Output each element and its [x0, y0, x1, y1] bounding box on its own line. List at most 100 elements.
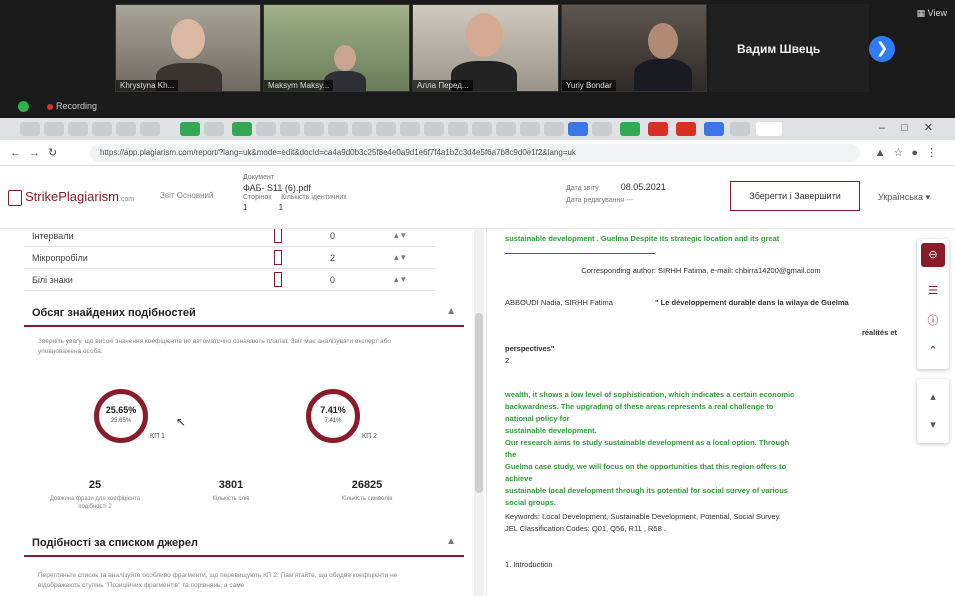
report-date: Дата звіту 08.05.2021 Дата редагування --…	[566, 181, 666, 207]
active-speaker-tile[interactable]: Вадим Швець ❯	[709, 4, 895, 92]
highlighted-line[interactable]: backwardness. The upgrading of these are…	[505, 401, 897, 413]
browser-tab[interactable]	[140, 122, 160, 136]
list-icon[interactable]: ☰	[921, 279, 945, 303]
browser-tab[interactable]	[68, 122, 88, 136]
stat-label: Кількість символів	[341, 496, 393, 502]
chevron-up-icon[interactable]: ▲	[446, 306, 456, 317]
browser-tab[interactable]	[256, 122, 276, 136]
view-button[interactable]: ▦ View	[917, 8, 947, 19]
left-scrollbar[interactable]	[474, 229, 484, 596]
similarity-section-header[interactable]: Обсяг знайдених подібностей ▲	[24, 299, 464, 327]
char-row-label: Мікропробіли	[32, 253, 88, 263]
app-header: StrikePlagiarism.com Звіт Основний Докум…	[0, 167, 955, 229]
browser-tab[interactable]	[472, 122, 492, 136]
chevron-up-icon[interactable]: ▲	[446, 536, 456, 547]
browser-tab[interactable]	[496, 122, 516, 136]
stat-label: Кількість слів	[212, 496, 250, 502]
browser-nav-buttons[interactable]: ←→↻	[10, 146, 65, 159]
glyph-icon	[274, 250, 282, 265]
browser-tab[interactable]	[520, 122, 540, 136]
browser-tab[interactable]	[400, 122, 420, 136]
participant-tile[interactable]: Алла Перед...	[412, 4, 559, 92]
browser-tab[interactable]	[730, 122, 750, 136]
expand-arrows-icon[interactable]: ▴ ▾	[394, 230, 406, 241]
gauge-inner: 25.65%	[110, 418, 132, 424]
window-controls[interactable]: –□✕	[879, 121, 949, 134]
scroll-top-icon[interactable]: ⌃	[921, 339, 945, 363]
video-conference-bar: Khrystyna Kh... Maksym Maksy... Алла Пер…	[0, 0, 955, 118]
highlighted-line[interactable]: the	[505, 449, 897, 461]
similarity-gauge: 7.41% 7.41%	[306, 389, 360, 443]
highlighted-line[interactable]: social groups.	[505, 497, 897, 509]
recording-label: Recording	[56, 101, 98, 111]
stat-block: 26825 Кількість символів	[312, 479, 422, 503]
browser-tab[interactable]	[620, 122, 640, 136]
browser-tab[interactable]	[280, 122, 300, 136]
citation-number: 2	[505, 356, 510, 365]
url-input[interactable]: https://app.plagiarism.com/report/?lang=…	[90, 144, 860, 162]
browser-tab[interactable]	[232, 122, 252, 136]
browser-tab[interactable]	[116, 122, 136, 136]
doc-jel: JEL Classification Codes: Q01, Q56, R11 …	[505, 524, 666, 533]
browser-tab-active[interactable]	[756, 122, 782, 136]
doc-corresponding: Corresponding author: SIRHH Fatima, e-ma…	[581, 266, 821, 275]
char-row[interactable]: Мікропробіли 2 ▴ ▾	[24, 247, 436, 269]
count-values: 1 1	[243, 203, 284, 212]
language-label: Українська	[878, 192, 924, 202]
browser-tab[interactable]	[592, 122, 612, 136]
highlighted-line[interactable]: national policy for	[505, 413, 897, 425]
browser-tab[interactable]	[44, 122, 64, 136]
browser-tab[interactable]	[352, 122, 372, 136]
mouse-cursor-icon: ↖	[176, 415, 187, 429]
document-logo-icon	[8, 189, 22, 206]
browser-tab[interactable]	[704, 122, 724, 136]
highlighted-line[interactable]: sustainable development.	[505, 425, 897, 437]
browser-tab[interactable]	[304, 122, 324, 136]
glyph-icon	[274, 272, 282, 287]
participant-tile[interactable]: Maksym Maksy...	[263, 4, 410, 92]
previous-match-icon[interactable]: ▴	[921, 385, 945, 409]
browser-extension-icons[interactable]: ▲☆●⋮	[875, 146, 945, 159]
stat-value: 26825	[351, 479, 383, 491]
browser-tab[interactable]	[676, 122, 696, 136]
browser-tab[interactable]	[568, 122, 588, 136]
char-row[interactable]: Білі знаки 0 ▴ ▾	[24, 269, 436, 291]
participant-tile[interactable]: Yuriy Bondar	[561, 4, 707, 92]
active-speaker-name: Вадим Швець	[737, 42, 821, 56]
participant-name: Khrystyna Kh...	[116, 80, 179, 91]
participant-tile[interactable]: Khrystyna Kh...	[115, 4, 261, 92]
char-row[interactable]: Інтервали 0 ▴ ▾	[24, 229, 436, 247]
highlighted-line[interactable]: achieve	[505, 473, 897, 485]
browser-tab[interactable]	[180, 122, 200, 136]
browser-tab[interactable]	[424, 122, 444, 136]
highlighted-line[interactable]: Guelma case study, we will focus on the …	[505, 461, 897, 473]
browser-tab[interactable]	[648, 122, 668, 136]
browser-tab[interactable]	[448, 122, 468, 136]
chevron-down-icon: ▾	[925, 192, 931, 202]
browser-tab[interactable]	[544, 122, 564, 136]
expand-arrows-icon[interactable]: ▴ ▾	[394, 274, 406, 285]
language-menu[interactable]: Українська ▾	[878, 192, 930, 203]
next-match-icon[interactable]: ▾	[921, 413, 945, 437]
browser-tab[interactable]	[20, 122, 40, 136]
help-icon[interactable]: ⓘ	[921, 309, 945, 333]
highlighted-line[interactable]: Our research aims to study sustainable d…	[505, 437, 897, 449]
citation-end: perspectives"	[505, 344, 555, 353]
app-logo[interactable]: StrikePlagiarism.com	[8, 189, 134, 206]
highlighted-line[interactable]: sustainable local development through it…	[505, 485, 897, 497]
save-and-finish-button[interactable]: Зберегти і Завершити	[730, 181, 860, 211]
next-page-icon[interactable]: ❯	[869, 36, 895, 62]
sources-section-header[interactable]: Подібності за списком джерел ▲	[24, 529, 464, 557]
logo-text: StrikePlagiarism	[25, 189, 119, 204]
browser-tab[interactable]	[328, 122, 348, 136]
browser-tab[interactable]	[204, 122, 224, 136]
browser-tab[interactable]	[92, 122, 112, 136]
highlighted-line[interactable]: wealth, it shows a low level of sophisti…	[505, 389, 897, 401]
scrollbar-thumb[interactable]	[475, 313, 483, 493]
expand-arrows-icon[interactable]: ▴ ▾	[394, 252, 406, 263]
browser-tab[interactable]	[376, 122, 396, 136]
gauge-value: 25.65%	[105, 405, 137, 415]
alert-icon[interactable]: ⊖	[921, 243, 945, 267]
report-type-button[interactable]: Звіт Основний	[160, 191, 213, 200]
char-row-label: Білі знаки	[32, 275, 73, 285]
